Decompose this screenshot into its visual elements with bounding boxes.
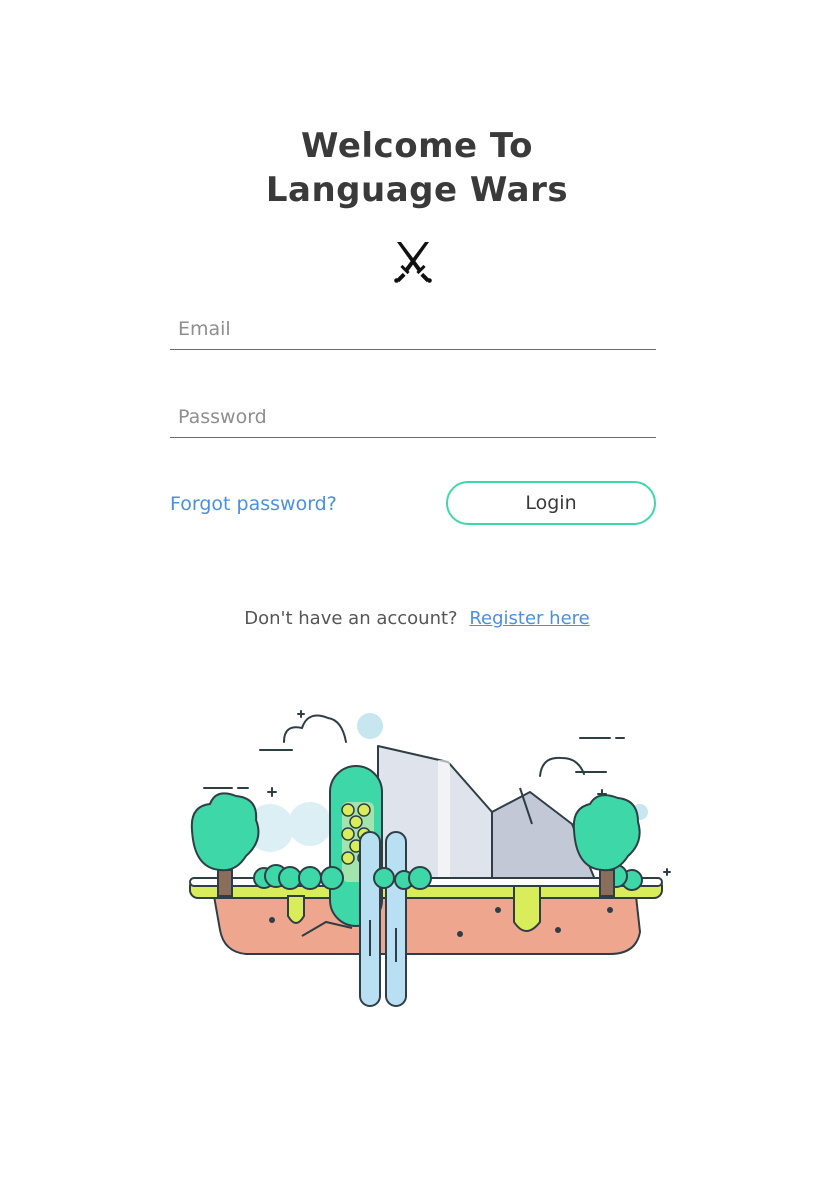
title-line-1: Welcome To	[301, 126, 533, 166]
register-question: Don't have an account?	[244, 608, 458, 629]
register-link[interactable]: Register here	[469, 608, 589, 629]
cloud-dot	[357, 713, 383, 739]
page-title: Welcome To Language Wars	[0, 124, 834, 212]
title-line-2: Language Wars	[265, 170, 569, 210]
island-ground	[213, 895, 641, 955]
background-cloud	[288, 802, 332, 846]
email-field[interactable]	[170, 308, 656, 350]
register-prompt: Don't have an account? Register here	[0, 606, 834, 632]
forgot-password-link[interactable]: Forgot password?	[170, 491, 337, 517]
crossed-swords-icon	[394, 242, 432, 283]
floating-island-illustration	[189, 710, 671, 1007]
login-button[interactable]: Login	[446, 481, 656, 525]
password-field[interactable]	[170, 396, 656, 438]
